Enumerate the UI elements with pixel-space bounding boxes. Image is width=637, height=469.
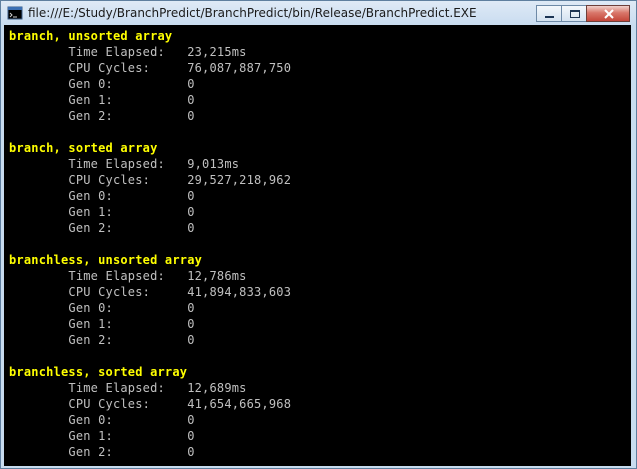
console-line: Gen 0: 0 xyxy=(9,413,195,427)
maximize-icon xyxy=(570,10,580,18)
console-line: Gen 2: 0 xyxy=(9,221,195,235)
close-icon xyxy=(604,9,614,19)
console-line: Gen 2: 0 xyxy=(9,333,195,347)
console-line: Time Elapsed: 12,689ms xyxy=(9,381,247,395)
right-frame-edge xyxy=(631,25,635,466)
console-line: Gen 1: 0 xyxy=(9,93,195,107)
console-line: Time Elapsed: 12,786ms xyxy=(9,269,247,283)
console-line: CPU Cycles: 76,087,887,750 xyxy=(9,61,292,75)
section-heading: branchless, sorted array xyxy=(9,365,188,379)
console-line: Gen 0: 0 xyxy=(9,189,195,203)
console-line: Gen 1: 0 xyxy=(9,317,195,331)
console-line: CPU Cycles: 41,894,833,603 xyxy=(9,285,292,299)
console-lines: branch, unsorted array Time Elapsed: 23,… xyxy=(9,28,291,460)
window-controls xyxy=(536,5,630,23)
console-window: file:///E:/Study/BranchPredict/BranchPre… xyxy=(0,0,637,469)
console-output[interactable]: branch, unsorted array Time Elapsed: 23,… xyxy=(4,25,631,466)
console-app-icon[interactable] xyxy=(7,5,23,21)
console-line: Time Elapsed: 9,013ms xyxy=(9,157,240,171)
section-heading: branch, unsorted array xyxy=(9,29,173,43)
console-line: CPU Cycles: 29,527,218,962 xyxy=(9,173,292,187)
console-line: Gen 2: 0 xyxy=(9,109,195,123)
console-line: Gen 1: 0 xyxy=(9,205,195,219)
maximize-button[interactable] xyxy=(561,5,587,22)
minimize-button[interactable] xyxy=(536,5,562,22)
console-line: Gen 0: 0 xyxy=(9,77,195,91)
console-line: Time Elapsed: 23,215ms xyxy=(9,45,247,59)
minimize-icon xyxy=(545,16,554,18)
window-title: file:///E:/Study/BranchPredict/BranchPre… xyxy=(28,6,477,20)
console-line: Gen 1: 0 xyxy=(9,429,195,443)
section-heading: branch, sorted array xyxy=(9,141,158,155)
section-heading: branchless, unsorted array xyxy=(9,253,203,267)
console-line: CPU Cycles: 41,654,665,968 xyxy=(9,397,292,411)
console-line: Gen 2: 0 xyxy=(9,445,195,459)
close-button[interactable] xyxy=(586,5,630,22)
console-line: Gen 0: 0 xyxy=(9,301,195,315)
title-bar[interactable]: file:///E:/Study/BranchPredict/BranchPre… xyxy=(1,1,636,25)
